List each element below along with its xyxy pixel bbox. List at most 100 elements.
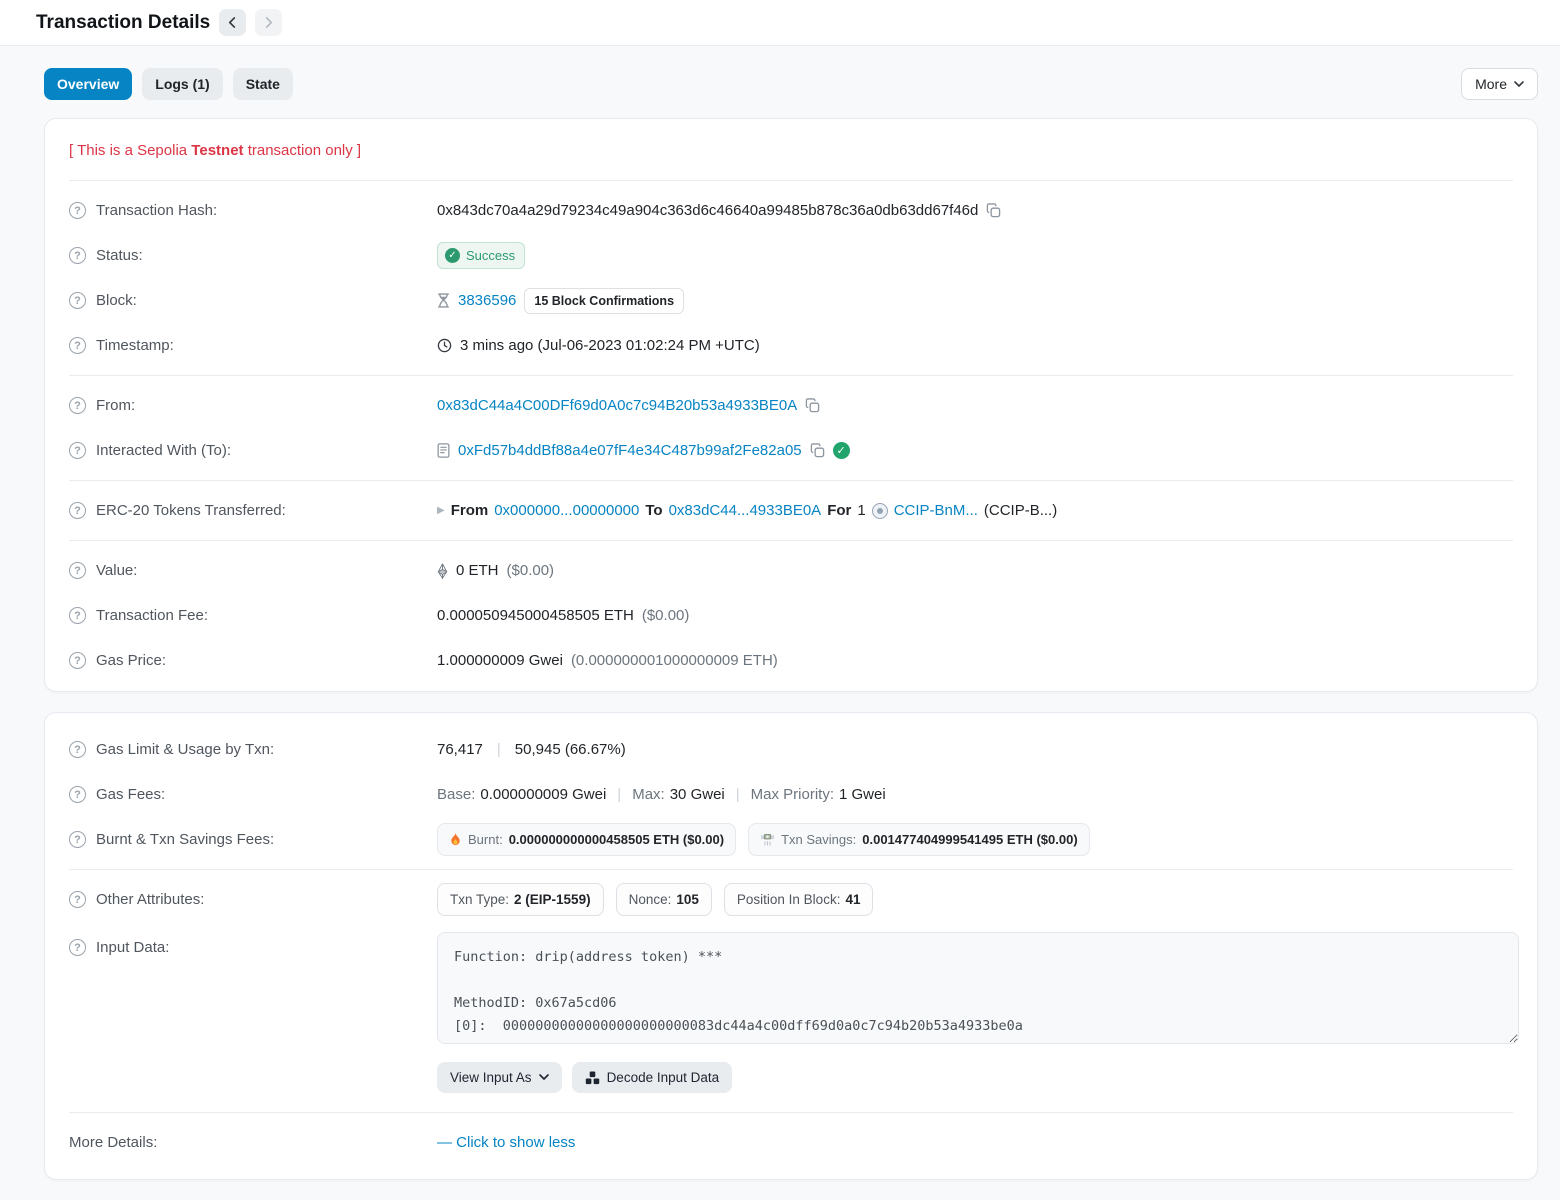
row-gas-limit-usage: ? Gas Limit & Usage by Txn: 76,417 | 50,… xyxy=(69,727,1513,772)
help-icon[interactable]: ? xyxy=(69,562,86,579)
max-priority-fee-value: 1 Gwei xyxy=(839,786,886,803)
txn-type-value: 2 (EIP-1559) xyxy=(514,892,591,907)
txn-type-badge: Txn Type: 2 (EIP-1559) xyxy=(437,883,604,916)
gas-fees-label: Gas Fees: xyxy=(96,786,165,803)
row-transaction-hash: ? Transaction Hash: 0x843dc70a4a29d79234… xyxy=(69,188,1513,233)
position-in-block-label: Position In Block: xyxy=(737,892,841,907)
help-icon[interactable]: ? xyxy=(69,502,86,519)
transfer-from-address-link[interactable]: 0x000000...00000000 xyxy=(494,502,639,519)
gas-price-eth: (0.000000001000000009 ETH) xyxy=(571,652,778,669)
row-more-details: More Details: — Click to show less xyxy=(69,1120,1513,1165)
transfer-to-address-link[interactable]: 0x83dC44...4933BE0A xyxy=(669,502,822,519)
burnt-value: 0.000000000000458505 ETH ($0.00) xyxy=(509,832,724,847)
chevron-down-icon xyxy=(539,1074,549,1081)
txn-savings-badge: Txn Savings: 0.001477404999541495 ETH ($… xyxy=(748,823,1090,856)
position-in-block-badge: Position In Block: 41 xyxy=(724,883,874,916)
help-icon[interactable]: ? xyxy=(69,247,86,264)
copy-icon[interactable] xyxy=(810,443,825,458)
overview-card: [ This is a Sepolia Testnet transaction … xyxy=(44,118,1538,692)
row-burnt-savings: ? Burnt & Txn Savings Fees: Burnt: 0.000… xyxy=(69,817,1513,862)
caret-right-icon: ▶ xyxy=(437,505,445,516)
nonce-value: 105 xyxy=(676,892,699,907)
chevron-left-icon xyxy=(227,17,238,28)
from-label: From: xyxy=(96,397,135,414)
decode-input-data-button[interactable]: Decode Input Data xyxy=(572,1062,733,1093)
separator: | xyxy=(611,786,627,803)
divider xyxy=(69,540,1513,541)
divider xyxy=(69,375,1513,376)
help-icon[interactable]: ? xyxy=(69,652,86,669)
status-badge: ✓ Success xyxy=(437,242,525,269)
view-input-as-label: View Input As xyxy=(450,1070,532,1085)
block-number-link[interactable]: 3836596 xyxy=(458,292,516,309)
value-usd: ($0.00) xyxy=(507,562,555,579)
fire-icon xyxy=(449,832,462,847)
value-amount: 0 ETH xyxy=(456,562,499,579)
contract-file-icon xyxy=(437,443,450,458)
tabs-row: Overview Logs (1) State More xyxy=(0,46,1560,118)
token-name-link[interactable]: CCIP-BnM... xyxy=(894,502,978,519)
block-label: Block: xyxy=(96,292,137,309)
timestamp-label: Timestamp: xyxy=(96,337,174,354)
help-icon[interactable]: ? xyxy=(69,831,86,848)
other-attributes-label: Other Attributes: xyxy=(96,891,204,908)
help-icon[interactable]: ? xyxy=(69,202,86,219)
gas-limit-usage-label: Gas Limit & Usage by Txn: xyxy=(96,741,274,758)
row-gas-fees: ? Gas Fees: Base: 0.000000009 Gwei | Max… xyxy=(69,772,1513,817)
help-icon[interactable]: ? xyxy=(69,786,86,803)
more-dropdown-button[interactable]: More xyxy=(1461,68,1538,100)
max-priority-fee-label: Max Priority: xyxy=(751,786,834,803)
help-icon[interactable]: ? xyxy=(69,337,86,354)
help-icon[interactable]: ? xyxy=(69,891,86,908)
row-other-attributes: ? Other Attributes: Txn Type: 2 (EIP-155… xyxy=(69,877,1513,922)
next-transaction-button[interactable] xyxy=(255,9,282,36)
tab-overview[interactable]: Overview xyxy=(44,68,132,100)
divider xyxy=(69,180,1513,181)
details-card: ? Gas Limit & Usage by Txn: 76,417 | 50,… xyxy=(44,712,1538,1180)
copy-icon[interactable] xyxy=(986,203,1001,218)
divider xyxy=(69,480,1513,481)
chevron-down-icon xyxy=(1514,81,1524,88)
interacted-with-label: Interacted With (To): xyxy=(96,442,231,459)
txn-savings-value: 0.001477404999541495 ETH ($0.00) xyxy=(862,832,1077,847)
transaction-fee-usd: ($0.00) xyxy=(642,607,690,624)
help-icon[interactable]: ? xyxy=(69,442,86,459)
status-badge-text: Success xyxy=(466,248,515,263)
row-interacted-with: ? Interacted With (To): 0xFd57b4ddBf88a4… xyxy=(69,428,1513,473)
row-transaction-fee: ? Transaction Fee: 0.000050945000458505 … xyxy=(69,593,1513,638)
transfer-for-word: For xyxy=(827,502,851,519)
tab-logs[interactable]: Logs (1) xyxy=(142,68,222,100)
previous-transaction-button[interactable] xyxy=(219,9,246,36)
check-icon: ✓ xyxy=(445,248,460,263)
view-input-as-button[interactable]: View Input As xyxy=(437,1062,562,1093)
transfer-from-word: From xyxy=(451,502,489,519)
input-data-label: Input Data: xyxy=(96,939,169,956)
row-from: ? From: 0x83dC44a4C00DFf69d0A0c7c94B20b5… xyxy=(69,383,1513,428)
gas-price-label: Gas Price: xyxy=(96,652,166,669)
base-fee-value: 0.000000009 Gwei xyxy=(480,786,606,803)
help-icon[interactable]: ? xyxy=(69,939,86,956)
to-address-link[interactable]: 0xFd57b4ddBf88a4e07fF4e34C487b99af2Fe82a… xyxy=(458,442,802,459)
input-data-textarea[interactable]: Function: drip(address token) *** Method… xyxy=(437,932,1519,1044)
row-gas-price: ? Gas Price: 1.000000009 Gwei (0.0000000… xyxy=(69,638,1513,683)
txn-savings-label: Txn Savings: xyxy=(781,832,856,847)
help-icon[interactable]: ? xyxy=(69,397,86,414)
more-details-label: More Details: xyxy=(69,1134,157,1151)
help-icon[interactable]: ? xyxy=(69,292,86,309)
help-icon[interactable]: ? xyxy=(69,741,86,758)
max-fee-value: 30 Gwei xyxy=(670,786,725,803)
position-in-block-value: 41 xyxy=(845,892,860,907)
tab-state[interactable]: State xyxy=(233,68,293,100)
txn-type-label: Txn Type: xyxy=(450,892,509,907)
page-title: Transaction Details xyxy=(36,12,210,34)
copy-icon[interactable] xyxy=(805,398,820,413)
transfer-to-word: To xyxy=(645,502,662,519)
from-address-link[interactable]: 0x83dC44a4C00DFf69d0A0c7c94B20b53a4933BE… xyxy=(437,397,797,414)
help-icon[interactable]: ? xyxy=(69,607,86,624)
warning-bold: Testnet xyxy=(191,142,243,159)
eth-diamond-icon xyxy=(437,563,448,579)
show-less-link[interactable]: — Click to show less xyxy=(437,1134,575,1151)
warning-pre: [ This is a Sepolia xyxy=(69,142,191,159)
block-confirmations-badge: 15 Block Confirmations xyxy=(524,288,684,314)
row-input-data: ? Input Data: Function: drip(address tok… xyxy=(69,922,1513,1096)
